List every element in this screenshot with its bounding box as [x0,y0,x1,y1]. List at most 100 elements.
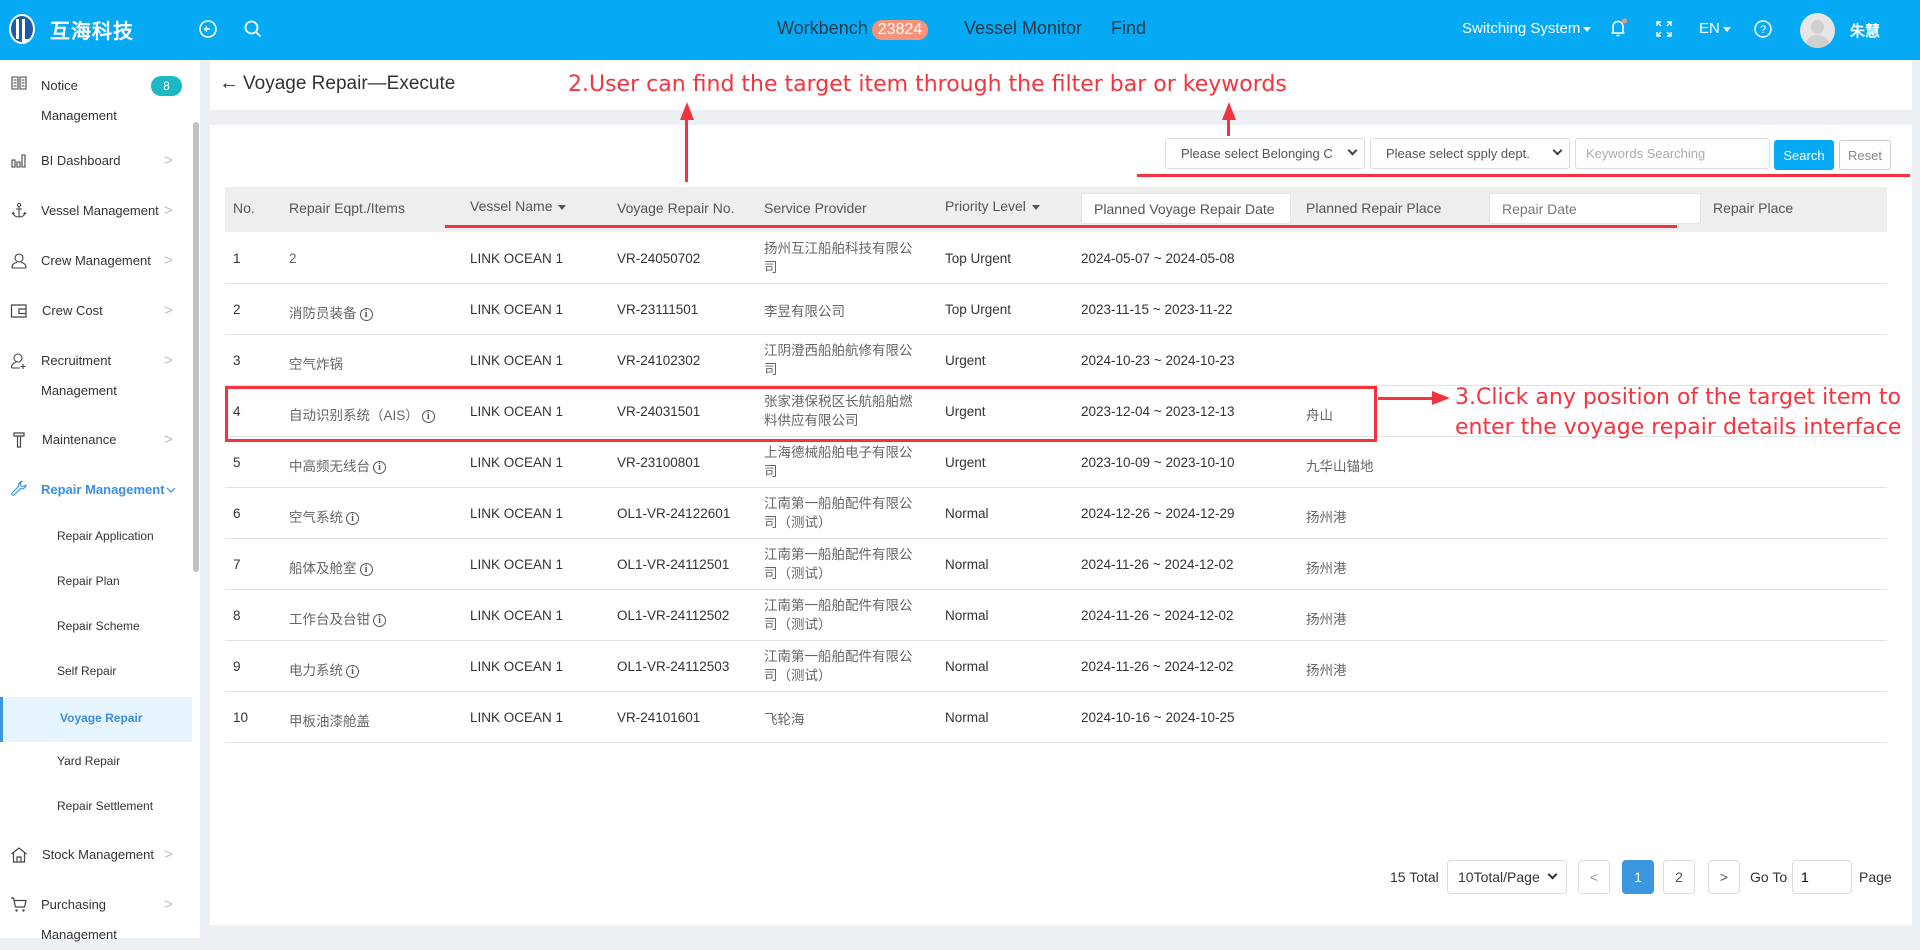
cell-priority-level: Normal [945,506,989,521]
sidebar-item-crew-cost[interactable]: Crew Cost > [0,296,192,326]
page-2-button[interactable]: 2 [1663,860,1695,894]
table-row[interactable]: 5 中高频无线台 i LINK OCEAN 1 VR-23100801 上海德械船舶电子有… [225,437,1887,488]
reset-button[interactable]: Reset [1839,140,1891,170]
cell-voyage-repair-no: VR-24101601 [617,710,700,725]
cell-planned-date: 2024-10-23 ~ 2024-10-23 [1081,353,1235,368]
sidebar-subitem-voyage-repair[interactable]: Voyage Repair [0,697,192,742]
page-size-select[interactable]: 10Total/Page [1447,860,1567,894]
cell-voyage-repair-no: VR-23111501 [617,302,698,317]
cell-repair-item-text: 甲板油漆舱盖 [289,714,370,729]
table-row[interactable]: 1 2 LINK OCEAN 1 VR-24050702 扬州互江船舶科技有限公司 Top… [225,233,1887,284]
sidebar-subitem-yard-repair[interactable]: Yard Repair [0,740,192,785]
sidebar-subitem-repair-settlement[interactable]: Repair Settlement [0,785,192,830]
page-1-button[interactable]: 1 [1622,860,1654,894]
cell-service-provider-text: 江南第一船舶配件有限公司（测试） [764,496,913,530]
fullscreen-icon[interactable] [1653,18,1675,40]
info-icon[interactable]: i [346,665,359,678]
search-button[interactable]: Search [1774,140,1834,170]
column-header-priority-level[interactable]: Priority Level [945,198,1040,214]
cell-voyage-repair-no-text: VR-24031501 [617,404,701,419]
cell-voyage-repair-no-text: OL1-VR-24112503 [617,659,730,674]
info-icon[interactable]: i [373,461,386,474]
info-icon[interactable]: i [421,410,435,423]
switching-system-dropdown[interactable]: Switching System [1462,20,1592,37]
nav-find[interactable]: Find [1111,18,1146,39]
language-dropdown[interactable]: EN [1699,20,1731,37]
back-arrow-icon[interactable]: ← [219,72,239,94]
nav-workbench-label: Workbench [777,18,868,38]
sidebar-item-crew-management[interactable]: Crew Management > [0,246,192,276]
cell-vessel-name-text: LINK OCEAN 1 [470,455,564,470]
sidebar-subitem-repair-plan[interactable]: Repair Plan [0,560,192,605]
user-avatar[interactable] [1800,13,1835,48]
company-logo-icon[interactable] [9,14,35,44]
cell-priority-level: Urgent [945,353,986,368]
next-page-button[interactable]: > [1708,860,1740,894]
search-icon[interactable] [242,18,264,40]
sidebar-item-repair-management[interactable]: Repair Management [0,475,192,505]
sidebar-item-purchasing-management[interactable]: Purchasing Management > [0,890,192,942]
planned-voyage-repair-date-filter[interactable]: Planned Voyage Repair Date [1081,193,1291,224]
column-header-vessel-name[interactable]: Vessel Name [470,198,567,214]
sidebar-item-stock-management[interactable]: Stock Management > [0,840,192,870]
cell-planned-date-text: 2024-10-23 ~ 2024-10-23 [1081,353,1235,368]
cell-vessel-name-text: LINK OCEAN 1 [470,506,564,521]
info-icon[interactable]: i [373,614,386,627]
keywords-search-input[interactable] [1575,138,1770,169]
cell-priority-level: Normal [945,608,989,623]
table-row[interactable]: 8 工作台及台钳 i LINK OCEAN 1 OL1-VR-24112502 江南第一船… [225,590,1887,641]
back-circle-icon[interactable] [197,18,219,40]
goto-page-input[interactable] [1792,860,1852,894]
bar-chart-icon [11,154,26,168]
annotation-arrow-up-icon [680,102,694,120]
cell-planned-date-text: 2023-12-04 ~ 2023-12-13 [1081,404,1235,419]
sidebar-item-bi-dashboard[interactable]: BI Dashboard > [0,146,192,176]
sidebar-item-maintenance[interactable]: Maintenance > [0,425,192,455]
top-bar: 互海科技 Workbench 23824 Vessel Monitor Find … [0,0,1920,60]
cell-no: 10 [233,710,248,725]
info-icon[interactable]: i [359,308,373,321]
cell-planned-place: 扬州港 [1306,557,1347,577]
sidebar-scrollbar[interactable] [193,122,199,572]
cell-priority-level-text: Normal [945,659,989,674]
cell-planned-date: 2023-10-09 ~ 2023-10-10 [1081,455,1235,470]
sidebar-subitem-label: Repair Plan [57,574,120,588]
cell-priority-level: Urgent [945,404,986,419]
info-icon[interactable]: i [346,512,359,525]
repair-date-filter[interactable]: Repair Date [1489,193,1701,224]
user-name[interactable]: 朱慧 [1850,20,1880,41]
sidebar-subitem-repair-scheme[interactable]: Repair Scheme [0,605,192,650]
table-row[interactable]: 10 甲板油漆舱盖 LINK OCEAN 1 VR-24101601 飞轮海 Normal… [225,692,1887,743]
cell-service-provider: 江南第一船舶配件有限公司（测试） [764,596,924,634]
prev-page-button[interactable]: < [1578,860,1610,894]
sidebar-item-recruitment-management[interactable]: Recruitment Management > [0,346,192,406]
nav-vessel-monitor[interactable]: Vessel Monitor [964,18,1082,39]
cell-vessel-name: LINK OCEAN 1 [470,455,563,470]
cell-vessel-name-text: LINK OCEAN 1 [470,557,564,572]
sidebar-item-notice-management[interactable]: Notice Management 8 [0,68,192,128]
cell-planned-date: 2024-10-16 ~ 2024-10-25 [1081,710,1235,725]
bell-icon[interactable] [1607,17,1629,39]
chevron-down-icon [1547,869,1558,880]
nav-workbench[interactable]: Workbench 23824 [777,18,929,40]
table-row[interactable]: 7 船体及舱室 i LINK OCEAN 1 OL1-VR-24112501 江南第一船舶… [225,539,1887,590]
cell-no-text: 7 [233,557,241,572]
cell-no-text: 6 [233,506,241,521]
table-row[interactable]: 3 空气炸锅 LINK OCEAN 1 VR-24102302 江阴澄西船舶航修有限公司… [225,335,1887,386]
sidebar-subitem-label: Yard Repair [57,754,121,768]
table-row[interactable]: 2 消防员装备 i LINK OCEAN 1 VR-23111501 李昱有限公司 Top … [225,284,1887,335]
help-icon[interactable]: ? [1752,18,1774,40]
chevron-right-icon: > [164,896,173,913]
belonging-company-select[interactable]: Please select Belonging C [1165,138,1365,169]
cell-vessel-name-text: LINK OCEAN 1 [470,353,564,368]
info-icon[interactable]: i [359,563,373,576]
supply-dept-select[interactable]: Please select spply dept. [1370,138,1570,169]
chevron-right-icon: > [164,202,173,219]
cell-voyage-repair-no-text: OL1-VR-24112502 [617,608,730,623]
table-row[interactable]: 6 空气系统 i LINK OCEAN 1 OL1-VR-24122601 江南第一船舶配… [225,488,1887,539]
cell-no-text: 2 [233,302,241,317]
sidebar-item-vessel-management[interactable]: Vessel Management > [0,196,192,226]
table-row[interactable]: 9 电力系统 i LINK OCEAN 1 OL1-VR-24112503 江南第一船舶配… [225,641,1887,692]
sidebar-subitem-repair-application[interactable]: Repair Application [0,515,192,560]
sidebar-subitem-self-repair[interactable]: Self Repair [0,650,192,695]
